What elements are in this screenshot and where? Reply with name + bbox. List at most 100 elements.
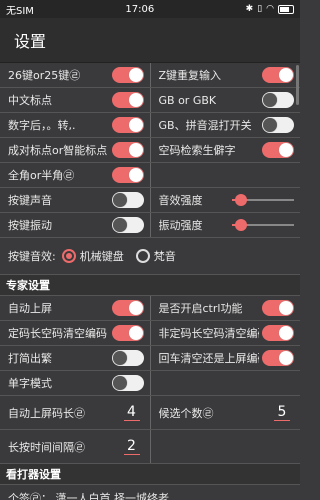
- settings-row: 数字后，。转,. GB、拼音混打开关: [0, 113, 300, 138]
- setting-toggle[interactable]: [262, 117, 294, 133]
- setting-cell: GB、拼音混打开关: [149, 113, 301, 137]
- setting-label: 是否开启ctrl功能: [158, 302, 243, 315]
- sound-row: 按键声音 音效强度: [0, 188, 300, 213]
- key-vibrate-toggle[interactable]: [111, 217, 144, 233]
- toggle-knob: [112, 376, 127, 390]
- sound-strength-cell: 音效强度: [149, 188, 301, 212]
- settings-row: 自动上屏 是否开启ctrl功能: [0, 296, 300, 321]
- setting-toggle[interactable]: [111, 325, 144, 341]
- settings-list[interactable]: 26键or25键㉣ Z键重复输入中文标点 GB or GBK 数字后，。转,. GB、拼…: [0, 63, 300, 500]
- setting-cell: 是否开启ctrl功能: [149, 296, 301, 320]
- setting-label: 定码长空码清空编码: [8, 327, 107, 340]
- slider-thumb[interactable]: [235, 194, 248, 206]
- setting-label: 自动上屏: [8, 302, 52, 315]
- toggle-knob: [279, 68, 293, 82]
- setting-cell: 打简出繁: [0, 346, 150, 370]
- basic-settings: 26键or25键㉣ Z键重复输入中文标点 GB or GBK 数字后，。转,. GB、拼…: [0, 63, 300, 188]
- vibrate-row: 按键振动 振动强度: [0, 213, 300, 238]
- settings-row: 26键or25键㉣ Z键重复输入: [0, 63, 300, 88]
- setting-cell: 单字模式: [0, 371, 150, 395]
- radio-mechanical[interactable]: 机械键盘: [61, 248, 124, 264]
- vibrate-icon: ▯: [257, 4, 263, 14]
- toggle-knob: [263, 93, 277, 107]
- key-sound-label: 按键声音: [8, 194, 52, 207]
- setting-label: 打简出繁: [8, 352, 52, 365]
- empty-cell: [149, 163, 301, 187]
- long-press-cell: 长按时间间隔㉣ 2: [0, 430, 150, 463]
- numeric-row-2: 长按时间间隔㉣ 2: [0, 430, 300, 464]
- setting-toggle[interactable]: [262, 350, 294, 366]
- setting-toggle[interactable]: [262, 325, 294, 341]
- vibrate-strength-slider[interactable]: [232, 219, 294, 231]
- long-press-input[interactable]: 2: [123, 438, 140, 455]
- key-effect-label: 按键音效:: [8, 250, 56, 263]
- sound-strength-slider[interactable]: [232, 194, 294, 206]
- wifi-icon: ◠: [266, 4, 274, 14]
- radio-fanyin-label: 梵音: [153, 250, 176, 263]
- setting-cell: Z键重复输入: [149, 63, 301, 87]
- candidate-count-label: 候选个数㉣: [158, 406, 214, 420]
- toggle-knob: [279, 301, 293, 315]
- typer-section-title: 看打器设置: [6, 468, 61, 481]
- toggle-knob: [128, 93, 143, 107]
- typer-text[interactable]: 个签㉣： 潇一人白首 择一城终老: [8, 490, 169, 500]
- settings-row: 全角or半角㉣: [0, 163, 300, 188]
- sound-strength-label: 音效强度: [158, 194, 203, 207]
- setting-cell: 26键or25键㉣: [0, 63, 150, 87]
- key-sound-toggle[interactable]: [111, 192, 144, 208]
- expert-settings: 自动上屏 是否开启ctrl功能定码长空码清空编码 非定码长空码清空编码打简出繁 回车清…: [0, 296, 300, 396]
- setting-label: 空码检索生僻字: [158, 144, 236, 157]
- battery-icon: [278, 4, 294, 14]
- toggle-knob: [112, 218, 127, 232]
- auto-commit-length-cell: 自动上屏码长㉣ 4: [0, 396, 150, 429]
- toggle-knob: [279, 143, 293, 157]
- setting-toggle[interactable]: [262, 142, 294, 158]
- toggle-knob: [128, 68, 143, 82]
- toggle-knob: [112, 351, 127, 365]
- setting-label: 回车清空还是上屏编码: [158, 352, 260, 365]
- setting-toggle[interactable]: [111, 350, 144, 366]
- setting-toggle[interactable]: [111, 300, 144, 316]
- setting-cell: 数字后，。转,.: [0, 113, 150, 137]
- toggle-knob: [128, 301, 143, 315]
- expert-section-title: 专家设置: [6, 279, 50, 292]
- setting-toggle[interactable]: [111, 67, 144, 83]
- setting-label: 中文标点: [8, 94, 52, 107]
- long-press-label: 长按时间间隔㉣: [8, 440, 85, 454]
- setting-toggle[interactable]: [111, 375, 144, 391]
- settings-row: 打简出繁 回车清空还是上屏编码: [0, 346, 300, 371]
- scrollbar[interactable]: [296, 65, 299, 105]
- numeric-row-1: 自动上屏码长㉣ 4 候选个数㉣ 5: [0, 396, 300, 430]
- toggle-knob: [279, 351, 293, 365]
- settings-row: 定码长空码清空编码 非定码长空码清空编码: [0, 321, 300, 346]
- setting-toggle[interactable]: [111, 142, 144, 158]
- setting-toggle[interactable]: [111, 92, 144, 108]
- auto-commit-length-input[interactable]: 4: [123, 404, 140, 421]
- radio-unselected-icon[interactable]: [135, 249, 150, 263]
- auto-commit-length-label: 自动上屏码长㉣: [8, 406, 85, 420]
- slider-thumb[interactable]: [235, 219, 248, 231]
- toggle-knob: [112, 193, 127, 207]
- toggle-knob: [128, 168, 143, 182]
- setting-toggle[interactable]: [111, 117, 144, 133]
- setting-label: GB or GBK: [158, 93, 217, 107]
- radio-fanyin[interactable]: 梵音: [135, 248, 176, 264]
- toggle-knob: [263, 118, 277, 132]
- candidate-count-input[interactable]: 5: [274, 404, 290, 421]
- setting-label: 数字后，。转,.: [8, 119, 76, 132]
- status-icons: ✱ ▯ ◠: [246, 4, 294, 14]
- setting-toggle[interactable]: [262, 92, 294, 108]
- setting-cell: 非定码长空码清空编码: [149, 321, 301, 345]
- setting-toggle[interactable]: [111, 167, 144, 183]
- setting-cell: 全角or半角㉣: [0, 163, 150, 187]
- empty-cell: [149, 371, 301, 395]
- settings-row: 中文标点 GB or GBK: [0, 88, 300, 113]
- setting-toggle[interactable]: [262, 67, 294, 83]
- candidate-count-cell: 候选个数㉣ 5: [149, 396, 301, 429]
- radio-selected-icon[interactable]: [61, 249, 76, 263]
- clock: 17:06: [125, 3, 155, 15]
- setting-cell: 成对标点or智能标点: [0, 138, 150, 162]
- settings-row: 单字模式: [0, 371, 300, 396]
- setting-toggle[interactable]: [262, 300, 294, 316]
- key-vibrate-cell: 按键振动: [0, 213, 150, 237]
